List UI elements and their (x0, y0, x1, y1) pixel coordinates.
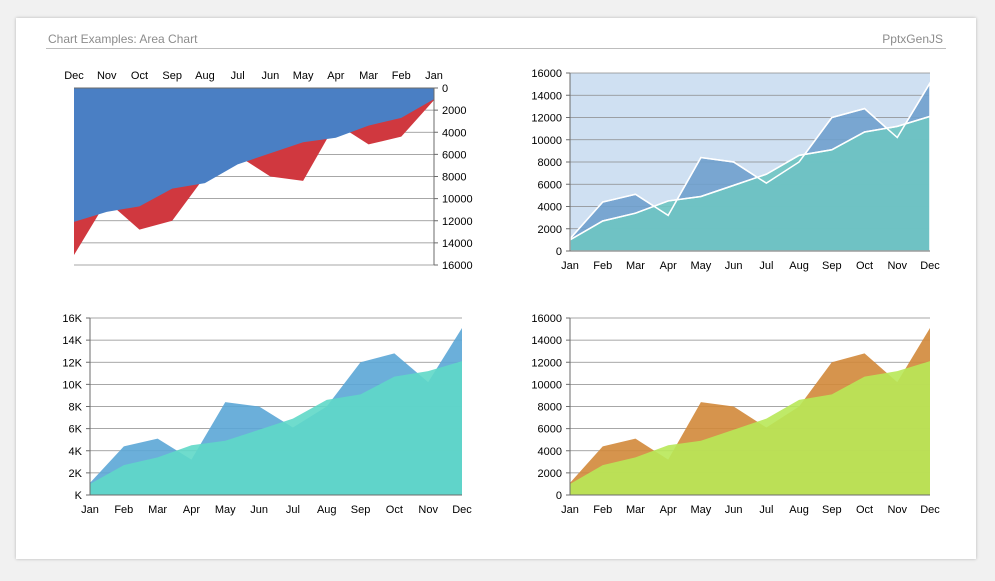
y-tick-label: 8000 (442, 172, 466, 184)
x-tick-label: Apr (327, 70, 344, 82)
x-tick-label: May (293, 70, 314, 82)
y-tick-label: 4000 (538, 446, 562, 458)
x-tick-label: Jul (759, 260, 773, 272)
x-tick-label: Jun (261, 70, 279, 82)
x-tick-label: Aug (195, 70, 215, 82)
y-tick-label: 14000 (531, 335, 562, 347)
x-tick-label: Sep (822, 260, 842, 272)
y-tick-label: 6000 (538, 179, 562, 191)
x-tick-label: Jan (561, 260, 579, 272)
y-tick-label: 4000 (538, 202, 562, 214)
y-tick-label: 10000 (531, 379, 562, 391)
y-tick-label: 6000 (538, 424, 562, 436)
chart-4: 0 2000 4000 6000 8000 10000 12000 14000 16000 Jan… (531, 313, 940, 516)
x-tick-label: Jul (286, 504, 300, 516)
x-tick-label: Jun (250, 504, 268, 516)
y-tick-label: 12000 (531, 113, 562, 125)
y-tick-label: 16000 (531, 313, 562, 325)
x-tick-label: Jul (231, 70, 245, 82)
x-tick-label: Nov (97, 70, 117, 82)
x-tick-label: Sep (162, 70, 182, 82)
chart-3: K 2K 4K 6K 8K 10K 12K 14K 16K Jan Feb Mar Apr May Jun J… (62, 313, 472, 516)
x-tick-label: Oct (131, 70, 148, 82)
y-tick-label: 16000 (442, 260, 473, 272)
x-tick-label: Dec (920, 260, 940, 272)
y-tick-label: 10000 (442, 194, 473, 206)
x-tick-label: Aug (789, 504, 809, 516)
x-tick-label: Jul (759, 504, 773, 516)
x-tick-label: May (215, 504, 236, 516)
x-tick-label: Mar (148, 504, 167, 516)
y-tick-label: 0 (442, 83, 448, 95)
x-tick-label: Feb (392, 70, 411, 82)
x-tick-label: Apr (183, 504, 200, 516)
y-tick-label: 8000 (538, 402, 562, 414)
x-tick-label: Sep (822, 504, 842, 516)
y-tick-label: 12000 (442, 216, 473, 228)
chart-1: 0 2000 4000 6000 8000 10000 12000 14000 16000 Jan… (64, 70, 472, 272)
y-tick-label: 16K (62, 313, 82, 325)
x-tick-label: Mar (626, 504, 645, 516)
y-tick-label: 0 (556, 246, 562, 258)
x-tick-label: Nov (418, 504, 438, 516)
x-tick-label: Feb (593, 504, 612, 516)
y-tick-label: 8000 (538, 157, 562, 169)
x-tick-label: Apr (660, 504, 677, 516)
x-tick-label: May (691, 260, 712, 272)
y-tick-label: 2000 (442, 105, 466, 117)
x-tick-label: Feb (114, 504, 133, 516)
y-tick-label: K (75, 490, 83, 502)
x-tick-label: Oct (856, 504, 873, 516)
x-tick-label: Jun (725, 260, 743, 272)
x-tick-label: Aug (317, 504, 337, 516)
x-tick-label: Feb (593, 260, 612, 272)
x-tick-label: Jan (81, 504, 99, 516)
x-tick-label: Aug (789, 260, 809, 272)
y-tick-label: 2K (69, 468, 83, 480)
x-tick-label: Oct (856, 260, 873, 272)
x-tick-label: Dec (64, 70, 84, 82)
y-tick-label: 12000 (531, 357, 562, 369)
y-tick-label: 14K (62, 335, 82, 347)
x-tick-label: Jun (725, 504, 743, 516)
x-tick-label: Dec (452, 504, 472, 516)
x-tick-label: Dec (920, 504, 940, 516)
y-tick-label: 14000 (531, 90, 562, 102)
y-tick-label: 8K (69, 402, 83, 414)
y-tick-label: 6000 (442, 149, 466, 161)
y-tick-label: 10000 (531, 135, 562, 147)
y-tick-label: 2000 (538, 224, 562, 236)
y-tick-label: 2000 (538, 468, 562, 480)
x-tick-label: Jan (425, 70, 443, 82)
y-tick-label: 14000 (442, 238, 473, 250)
x-tick-label: Jan (561, 504, 579, 516)
y-tick-label: 4K (69, 446, 83, 458)
x-tick-label: Mar (626, 260, 645, 272)
y-tick-label: 10K (62, 379, 82, 391)
x-tick-label: Sep (351, 504, 371, 516)
charts-canvas: 0 2000 4000 6000 8000 10000 12000 14000 16000 Jan… (62, 68, 940, 516)
x-tick-label: Apr (660, 260, 677, 272)
chart-2: 0 2000 4000 6000 8000 10000 12000 14000 16000 Jan… (531, 68, 940, 272)
x-tick-label: Nov (887, 504, 907, 516)
x-tick-label: May (691, 504, 712, 516)
y-tick-label: 16000 (531, 68, 562, 80)
y-tick-label: 12K (62, 357, 82, 369)
y-tick-label: 0 (556, 490, 562, 502)
x-tick-label: Mar (359, 70, 378, 82)
x-tick-label: Nov (887, 260, 907, 272)
x-tick-label: Oct (386, 504, 403, 516)
y-tick-label: 6K (69, 424, 83, 436)
y-tick-label: 4000 (442, 127, 466, 139)
